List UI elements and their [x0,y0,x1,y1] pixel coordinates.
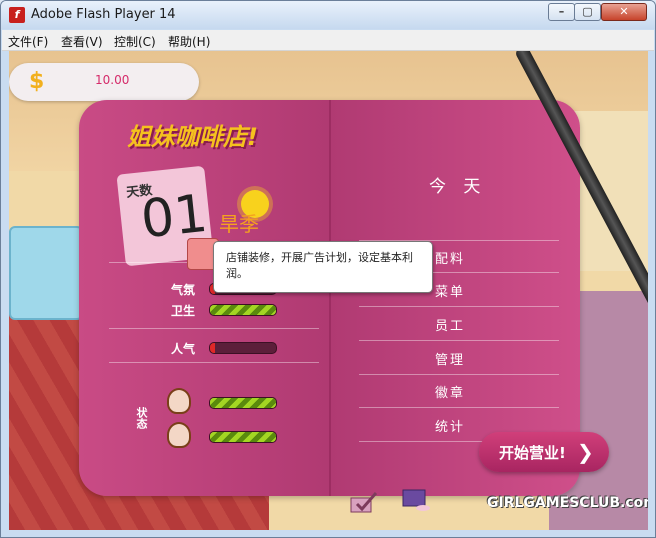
stat-label-hygiene: 卫生 [171,304,196,318]
divider [109,328,319,329]
stat-label-popularity: 人气 [171,342,196,356]
tooltip: 店铺装修，开展广告计划，设定基本利润。 [213,241,433,293]
menu-bar: 文件(F) 查看(V) 控制(C) 帮助(H) [2,30,654,51]
minimize-button[interactable]: – [548,3,575,21]
popularity-bar [209,342,277,354]
divider [359,374,559,375]
today-heading: 今 天 [429,177,487,197]
menu-management[interactable]: 管理 [435,349,465,368]
close-icon: ✕ [619,5,629,18]
staff-2-bar [209,431,277,443]
recipe-book-icon[interactable] [401,486,431,512]
start-business-label: 开始营业! [499,444,566,462]
book-spine [329,100,331,496]
dollar-icon: $ [29,69,45,94]
couch [9,226,83,320]
start-business-button[interactable]: 开始营业! ❯ [479,432,609,472]
status-label: 状态 [135,407,148,429]
tooltip-text: 店铺装修，开展广告计划，设定基本利润。 [226,251,413,280]
menu-ingredients[interactable]: 配料 [435,248,465,267]
staff-1-bar [209,397,277,409]
divider [359,340,559,341]
staff-1-bar-fill [210,398,276,408]
menu-staff[interactable]: 员工 [435,315,465,334]
menu-view[interactable]: 查看(V) [61,33,103,50]
maximize-icon: ▢ [582,5,593,18]
money-value: 10.00 [95,73,130,87]
window-title: Adobe Flash Player 14 [31,7,176,22]
staff-avatar[interactable] [167,388,191,414]
menu-control[interactable]: 控制(C) [114,33,156,50]
staff-avatar[interactable] [167,422,191,448]
game-title: 姐妹咖啡店! [127,123,258,151]
menu-statistics[interactable]: 统计 [435,416,465,435]
menu-help[interactable]: 帮助(H) [168,33,210,50]
menu-recipes[interactable]: 菜单 [435,281,465,300]
maximize-button[interactable]: ▢ [574,3,601,21]
money-display: $ 10.00 [9,63,199,101]
close-button[interactable]: ✕ [601,3,647,21]
arrow-right-icon: ❯ [577,440,594,464]
counter [569,111,648,271]
staff-2-bar-fill [210,432,276,442]
popularity-bar-fill [210,343,216,353]
stat-label-atmosphere: 气氛 [171,283,196,297]
menu-badges[interactable]: 徽章 [435,382,465,401]
divider [359,407,559,408]
checklist-icon[interactable] [349,490,379,516]
minimize-icon: – [558,5,565,18]
menu-file[interactable]: 文件(F) [8,33,48,50]
flash-player-window: f Adobe Flash Player 14 – ▢ ✕ 文件(F) 查看(V… [0,0,656,538]
hygiene-bar-fill [210,305,276,315]
site-logo: GIRLGAMESCLUB.com [487,495,648,511]
divider [109,362,319,363]
flash-app-icon: f [9,7,25,23]
divider [359,306,559,307]
season-label: 旱季 [219,212,259,236]
game-stage: $ 10.00 姐妹咖啡店! 天数 01 旱季 气氛 卫生 人气 状态 今 天 … [9,51,648,530]
hygiene-bar [209,304,277,316]
title-bar[interactable]: f Adobe Flash Player 14 – ▢ ✕ [1,1,655,29]
